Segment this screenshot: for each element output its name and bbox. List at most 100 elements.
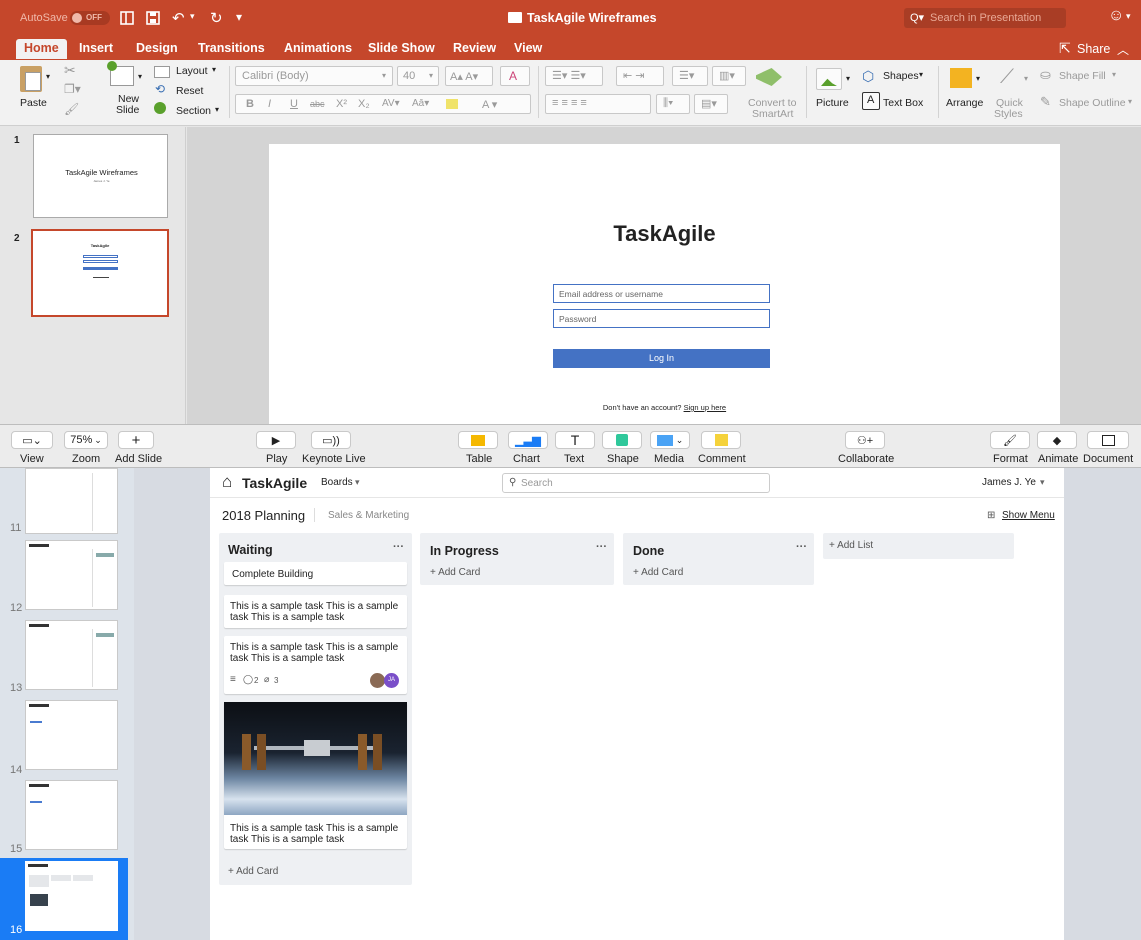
list-title[interactable]: Waiting [228, 543, 273, 557]
media-button[interactable]: ⌄ [650, 431, 690, 449]
selected-slide-highlight[interactable]: 16 [0, 858, 128, 940]
cut-icon[interactable]: ✂ [64, 62, 76, 79]
align-text-icon[interactable]: ▤▾ [694, 94, 728, 114]
underline-icon[interactable]: U [290, 98, 298, 110]
collapse-ribbon-icon[interactable]: ︿ [1117, 41, 1129, 58]
user-menu[interactable]: James J. Ye [982, 477, 1036, 488]
italic-icon[interactable]: I [268, 98, 271, 110]
columns-icon[interactable]: ▥▾ [712, 66, 746, 86]
autosave-toggle[interactable]: OFF [70, 11, 110, 25]
picture-button[interactable]: Picture [816, 97, 849, 109]
search-input[interactable]: ⚲ Search [502, 473, 770, 493]
chart-button[interactable]: ▁▃▆ [508, 431, 548, 449]
arrange-icon[interactable] [950, 68, 972, 88]
new-slide-label-2[interactable]: Slide [116, 104, 139, 116]
shapes-button[interactable]: Shapes [883, 70, 919, 82]
slide-thumbnail-selected[interactable]: TaskAgile [31, 229, 169, 317]
document-button[interactable] [1087, 431, 1129, 449]
line-spacing-icon[interactable]: ☰▾ [672, 66, 708, 86]
smiley-feedback-icon[interactable]: ☺ [1108, 7, 1124, 25]
zoom-select[interactable]: 75% ⌄ [64, 431, 108, 449]
card[interactable]: This is a sample task This is a sample t… [224, 636, 407, 694]
text-button[interactable]: T [555, 431, 595, 449]
boards-menu[interactable]: Boards [321, 477, 353, 488]
add-slide-button[interactable]: + [118, 431, 154, 449]
convert-smartart-label-2[interactable]: SmartArt [752, 108, 793, 120]
alignment-icons[interactable]: ≡ ≡ ≡ ≡ [545, 94, 651, 114]
tab-view[interactable]: View [514, 41, 542, 55]
change-case-icon[interactable]: Aā▾ [412, 98, 429, 109]
format-painter-icon[interactable]: 🖌 [64, 102, 79, 116]
copy-icon[interactable]: ❐▾ [64, 82, 81, 96]
tab-review[interactable]: Review [453, 41, 496, 55]
slide-thumbnail[interactable] [25, 700, 118, 770]
bold-icon[interactable]: B [246, 98, 254, 110]
add-card-button[interactable]: + Add Card [633, 567, 683, 578]
quick-styles-label-2[interactable]: Styles [994, 108, 1023, 120]
shape-fill-button[interactable]: Shape Fill [1059, 70, 1106, 82]
quick-styles-icon[interactable]: ⟋ [1000, 66, 1014, 89]
view-button[interactable]: ▭⌄ [11, 431, 53, 449]
paste-icon[interactable] [20, 66, 42, 92]
format-button[interactable]: 🖌 [990, 431, 1030, 449]
show-menu-link[interactable]: Show Menu [1002, 510, 1055, 521]
strikethrough-icon[interactable]: abc [310, 99, 325, 109]
tab-slide-show[interactable]: Slide Show [368, 41, 435, 55]
font-format-buttons[interactable]: B I U abc X² X₂ AV▾ Aā▾ A ▾ [235, 94, 531, 114]
font-name-select[interactable]: Calibri (Body) ▾ [235, 66, 393, 86]
list-menu-icon[interactable]: ··· [393, 541, 404, 553]
email-field[interactable]: Email address or username [553, 284, 770, 303]
tab-transitions[interactable]: Transitions [198, 41, 265, 55]
font-size-select[interactable]: 40 ▾ [397, 66, 439, 86]
undo-icon[interactable]: ↶ [172, 9, 185, 27]
home-icon[interactable]: ⌂ [222, 472, 232, 492]
card[interactable]: This is a sample task This is a sample t… [224, 595, 407, 628]
highlight-icon[interactable] [446, 99, 458, 109]
tab-home[interactable]: Home [16, 39, 67, 59]
slide-thumbnail[interactable] [25, 780, 118, 850]
text-box-button[interactable]: Text Box [883, 97, 923, 109]
keynote-live-button[interactable]: ▭)) [311, 431, 351, 449]
list-title[interactable]: Done [633, 544, 664, 558]
board-name[interactable]: 2018 Planning [222, 508, 305, 523]
animate-button[interactable]: ◆ [1037, 431, 1077, 449]
subscript-icon[interactable]: X₂ [358, 98, 370, 110]
text-direction-icon[interactable]: ⫼▾ [656, 94, 690, 114]
app-logo[interactable]: TaskAgile [242, 475, 307, 491]
list-menu-icon[interactable]: ··· [596, 541, 607, 553]
login-button[interactable]: Log In [553, 349, 770, 368]
grow-shrink-font[interactable]: A▴ A▾ [445, 66, 493, 86]
search-box[interactable]: Q▾ Search in Presentation [904, 8, 1066, 28]
feedback-dropdown-icon[interactable]: ▾ [1126, 11, 1131, 22]
shape-outline-button[interactable]: Shape Outline [1059, 97, 1126, 109]
list-menu-icon[interactable]: ··· [796, 541, 807, 553]
team-name[interactable]: Sales & Marketing [328, 510, 409, 521]
undo-dropdown-icon[interactable]: ▾ [190, 11, 195, 22]
paste-button[interactable]: Paste [20, 97, 47, 109]
reset-button[interactable]: Reset [176, 85, 203, 97]
shape-button[interactable] [602, 431, 642, 449]
font-color-icon[interactable]: A ▾ [482, 98, 497, 111]
tab-insert[interactable]: Insert [79, 41, 113, 55]
slide-thumbnail-selected[interactable] [25, 861, 118, 931]
add-card-button[interactable]: + Add Card [430, 567, 480, 578]
bullets-icon[interactable]: ☰▾ ☰▾ [545, 66, 603, 86]
layout-button[interactable]: Layout [176, 65, 208, 77]
collaborate-button[interactable]: ⚇+ [845, 431, 885, 449]
taskagile-board-slide[interactable]: ⌂ TaskAgile Boards ▾ ⚲ Search James J. Y… [210, 468, 1064, 940]
chevron-down-icon[interactable]: ▾ [355, 477, 360, 488]
table-button[interactable] [458, 431, 498, 449]
tab-design[interactable]: Design [136, 41, 178, 55]
arrange-button[interactable]: Arrange [946, 97, 983, 109]
card[interactable]: Complete Building [224, 562, 407, 585]
menu-icon[interactable]: ⊞ [987, 510, 995, 521]
tab-animations[interactable]: Animations [284, 41, 352, 55]
slide-thumbnail[interactable] [25, 540, 118, 610]
card-with-cover[interactable]: This is a sample task This is a sample t… [224, 702, 407, 849]
save-icon[interactable] [146, 11, 160, 25]
signup-link[interactable]: Sign up here [684, 403, 727, 412]
sidebar-toggle-icon[interactable] [120, 11, 134, 25]
indent-icon[interactable]: ⇤ ⇥ [616, 66, 664, 86]
redo-icon[interactable]: ↻ [210, 9, 223, 27]
customize-toolbar-icon[interactable]: ▾ [236, 10, 242, 24]
